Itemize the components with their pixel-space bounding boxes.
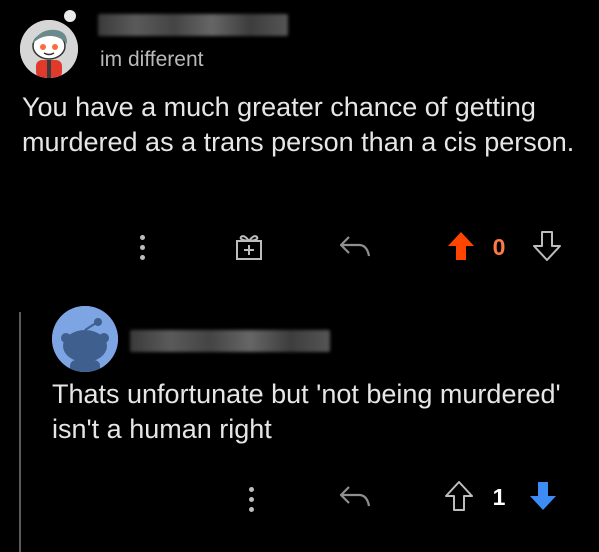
username-redacted[interactable] bbox=[130, 330, 330, 352]
award-button[interactable] bbox=[232, 230, 266, 264]
default-snoo-avatar-icon bbox=[52, 306, 118, 372]
username-redacted[interactable] bbox=[98, 14, 288, 36]
vote-score: 0 bbox=[492, 233, 506, 260]
parent-comment: im different You have a much greater cha… bbox=[0, 0, 599, 290]
reply-button[interactable] bbox=[336, 480, 374, 514]
downvote-button[interactable] bbox=[526, 478, 560, 514]
more-options-button[interactable] bbox=[135, 230, 149, 264]
more-options-icon bbox=[248, 486, 254, 492]
award-icon bbox=[236, 235, 262, 260]
more-options-icon bbox=[139, 234, 145, 240]
downvote-icon bbox=[533, 231, 561, 261]
upvote-button[interactable] bbox=[444, 228, 478, 264]
downvote-icon bbox=[530, 482, 556, 510]
downvote-button[interactable] bbox=[530, 228, 564, 264]
thread-line[interactable] bbox=[19, 312, 21, 552]
upvote-icon bbox=[448, 232, 474, 260]
user-avatar[interactable] bbox=[20, 20, 78, 78]
comment-body: You have a much greater chance of gettin… bbox=[22, 92, 575, 157]
upvote-button[interactable] bbox=[442, 478, 476, 514]
reply-icon bbox=[339, 486, 371, 507]
avatar-thought-bubble bbox=[64, 10, 76, 22]
user-flair: im different bbox=[100, 48, 204, 71]
comment-body: Thats unfortunate but 'not being murdere… bbox=[52, 379, 561, 444]
user-avatar[interactable] bbox=[52, 306, 118, 372]
reply-icon bbox=[339, 236, 371, 257]
reply-button[interactable] bbox=[336, 230, 374, 264]
vote-score: 1 bbox=[492, 483, 506, 510]
upvote-icon bbox=[445, 481, 473, 511]
more-options-button[interactable] bbox=[244, 482, 258, 516]
snoo-avatar-icon bbox=[20, 20, 78, 78]
